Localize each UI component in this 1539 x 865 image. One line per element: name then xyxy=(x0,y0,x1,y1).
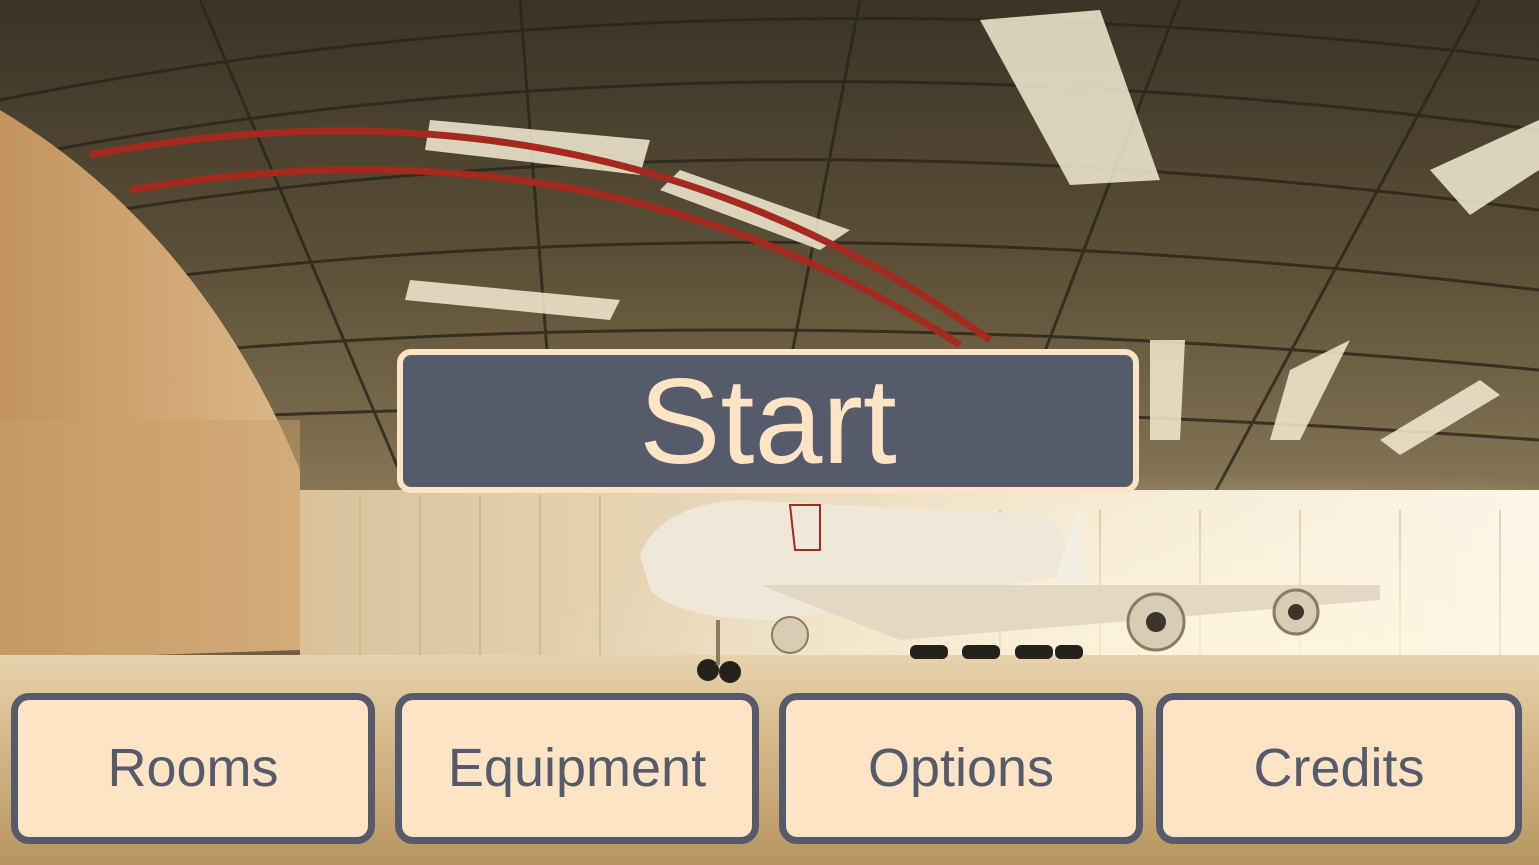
equipment-button[interactable]: Equipment xyxy=(395,693,759,844)
rooms-button[interactable]: Rooms xyxy=(11,693,375,844)
main-menu-screen: Start Rooms Equipment Options Credits xyxy=(0,0,1539,865)
options-button[interactable]: Options xyxy=(779,693,1143,844)
credits-button[interactable]: Credits xyxy=(1156,693,1522,844)
start-button[interactable]: Start xyxy=(397,349,1139,493)
